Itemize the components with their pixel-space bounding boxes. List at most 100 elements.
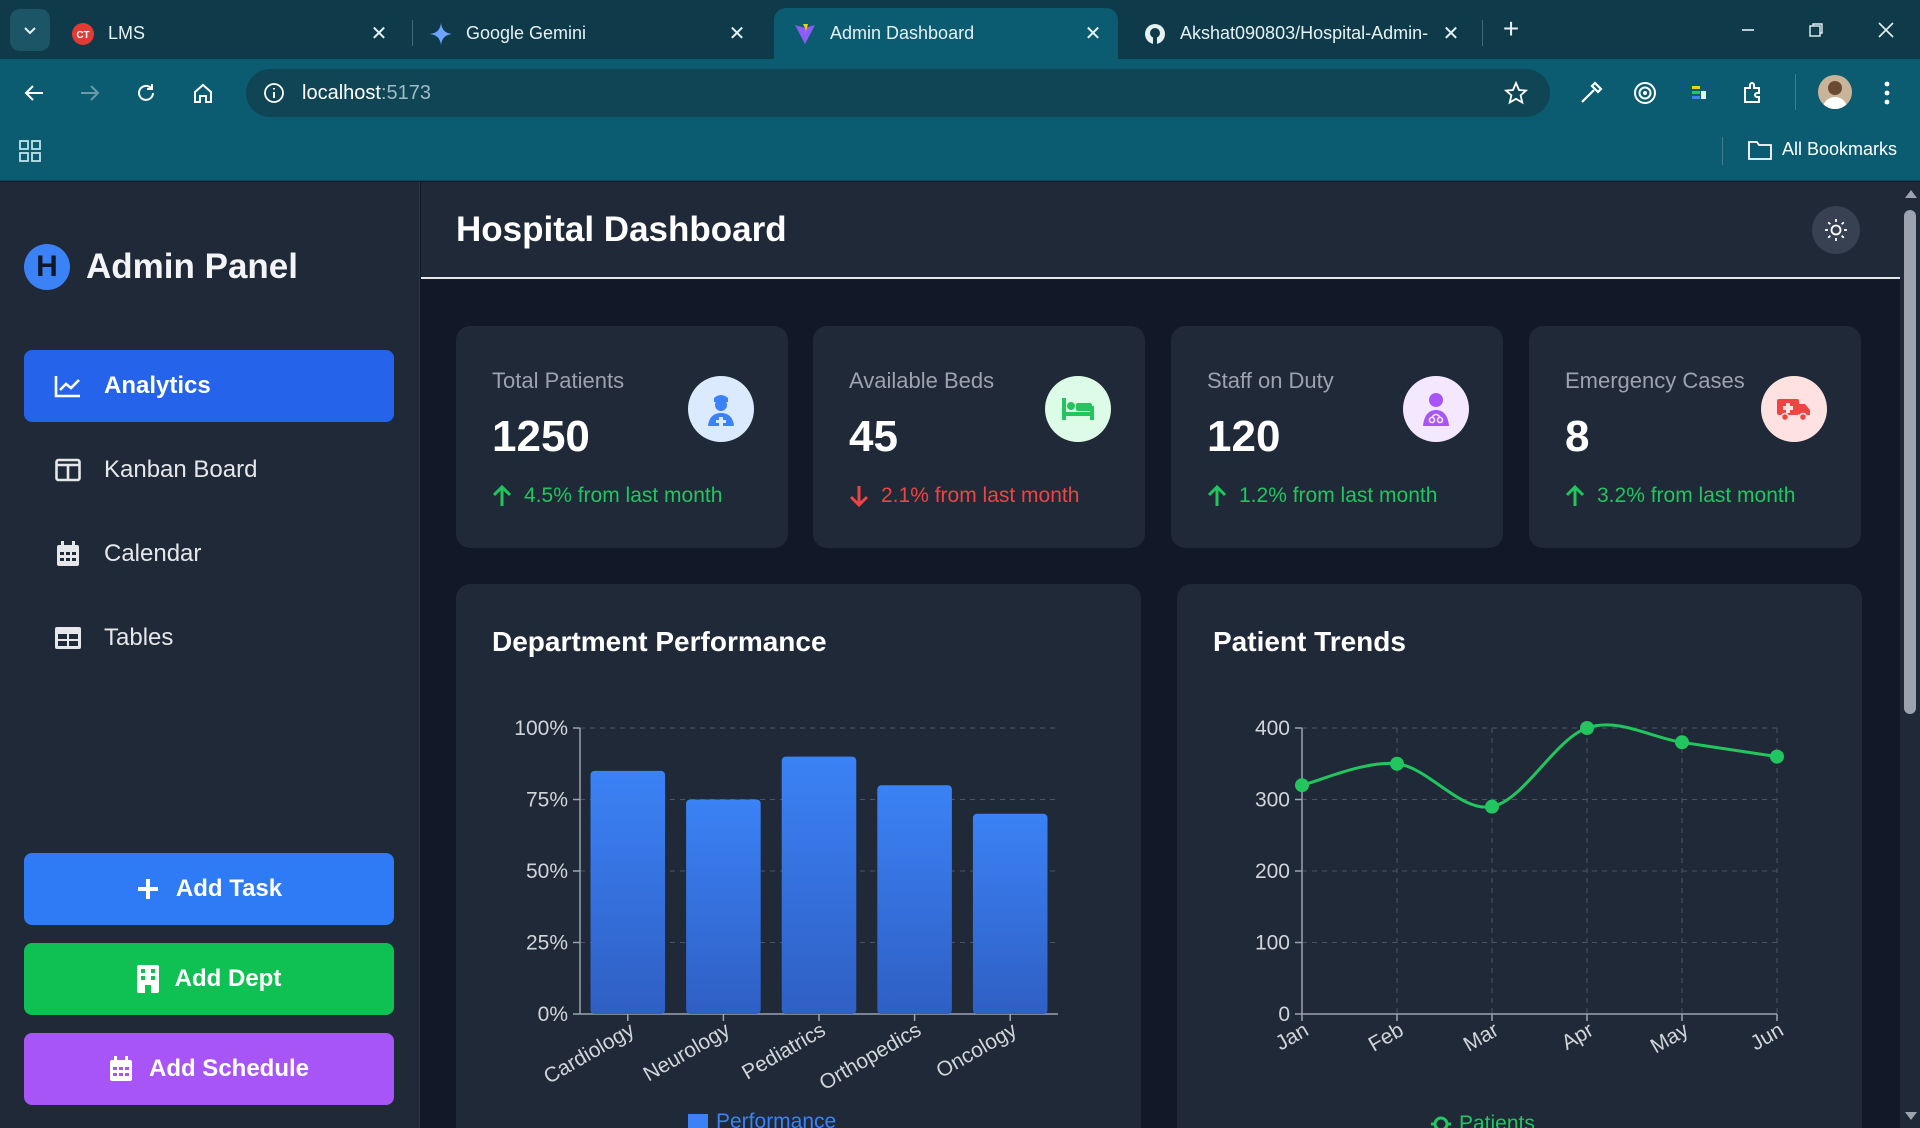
- sheets-extension-icon[interactable]: [1684, 78, 1714, 108]
- department-performance-card: Department Performance 0% 25% 50% 75% 100% Ca…: [456, 584, 1141, 1128]
- back-button[interactable]: [16, 75, 52, 111]
- sidebar-item-calendar[interactable]: Calendar: [24, 518, 394, 590]
- patient-trends-chart: 0100200300400Jan Feb Mar Apr May JunPatients: [1255, 717, 1788, 1128]
- svg-text:CT: CT: [76, 30, 89, 41]
- url-host: localhost: [302, 81, 381, 104]
- tab-title: Akshat090803/Hospital-Admin-: [1180, 23, 1429, 43]
- site-info-icon[interactable]: [262, 81, 286, 105]
- arrow-up-icon: [1565, 485, 1585, 506]
- add-dept-button[interactable]: Add Dept: [24, 943, 394, 1015]
- ambulance-icon: [1761, 376, 1827, 442]
- tab-title: LMS: [108, 23, 146, 43]
- x-tick-label: Neurology: [639, 1018, 734, 1086]
- page-title: Hospital Dashboard: [456, 210, 787, 249]
- gemini-sparkle-icon: [430, 22, 452, 45]
- page-scrollbar[interactable]: [1900, 182, 1920, 1128]
- y-tick-label: 25%: [526, 932, 568, 955]
- sidebar-item-label: Analytics: [104, 372, 211, 399]
- stat-trend-text: 3.2% from last month: [1597, 484, 1796, 507]
- y-tick-label: 50%: [526, 860, 568, 883]
- x-tick-label: Apr: [1558, 1018, 1598, 1054]
- arrow-left-icon: [24, 85, 43, 101]
- sidebar-item-analytics[interactable]: Analytics: [24, 350, 394, 422]
- stat-trend: 2.1% from last month: [849, 484, 1079, 508]
- stat-value: 45: [849, 412, 898, 461]
- tab-lms[interactable]: CT LMS ✕: [52, 8, 404, 59]
- main-header: Hospital Dashboard: [421, 182, 1900, 279]
- minimize-button[interactable]: [1730, 12, 1766, 48]
- lms-logo-icon: CT: [72, 22, 94, 45]
- y-tick-label: 400: [1255, 717, 1290, 740]
- x-tick-label: May: [1647, 1018, 1693, 1058]
- browser-menu-icon[interactable]: [1872, 78, 1902, 108]
- sidebar-item-label: Tables: [104, 624, 174, 651]
- add-schedule-button[interactable]: Add Schedule: [24, 1033, 394, 1105]
- data-point: [1770, 749, 1784, 764]
- url-text[interactable]: localhost:5173: [302, 82, 431, 105]
- calendar-icon: [54, 540, 82, 568]
- scroll-down-arrow-icon[interactable]: [1905, 1112, 1917, 1120]
- arrow-up-icon: [492, 485, 512, 506]
- tab-admin-dashboard[interactable]: Admin Dashboard ✕: [774, 8, 1118, 59]
- y-tick-label: 0%: [538, 1003, 568, 1026]
- add-task-button[interactable]: Add Task: [24, 853, 394, 925]
- browser-tab-strip: CT LMS ✕ Google Gemini ✕ Admin Dashboard…: [0, 0, 1920, 59]
- profile-avatar[interactable]: [1818, 75, 1852, 109]
- x-tick-label: Mar: [1460, 1018, 1503, 1056]
- sidebar-item-tables[interactable]: Tables: [24, 602, 394, 674]
- tab-google-gemini[interactable]: Google Gemini ✕: [410, 8, 762, 59]
- close-icon[interactable]: ✕: [368, 23, 390, 45]
- data-point: [1390, 756, 1404, 771]
- window-close-button[interactable]: [1868, 12, 1904, 48]
- arrow-down-icon: [849, 486, 869, 507]
- y-tick-label: 75%: [526, 789, 568, 812]
- close-icon[interactable]: ✕: [726, 23, 748, 45]
- close-icon[interactable]: ✕: [1440, 23, 1462, 45]
- all-bookmarks-button[interactable]: All Bookmarks: [1748, 139, 1897, 160]
- chevron-down-icon: [24, 27, 36, 35]
- arrow-right-icon: [81, 85, 100, 101]
- x-tick-label: Feb: [1365, 1018, 1408, 1056]
- close-icon: [1878, 22, 1894, 38]
- all-bookmarks-label: All Bookmarks: [1782, 139, 1898, 159]
- tab-title: Google Gemini: [466, 23, 587, 43]
- stat-trend-text: 1.2% from last month: [1239, 484, 1438, 507]
- tab-title: Admin Dashboard: [830, 23, 975, 43]
- sidebar-item-kanban-board[interactable]: Kanban Board: [24, 434, 394, 506]
- stat-label: Total Patients: [492, 368, 625, 393]
- stat-trend: 1.2% from last month: [1207, 484, 1437, 508]
- bar: [781, 756, 857, 1014]
- data-point: [1295, 778, 1309, 793]
- bed-icon: [1045, 376, 1111, 442]
- avatar-icon: [1818, 75, 1852, 109]
- sun-icon: [1825, 219, 1847, 241]
- bar: [972, 813, 1048, 1014]
- folder-icon: [1748, 140, 1772, 160]
- x-tick-label: Cardiology: [540, 1018, 639, 1088]
- home-button[interactable]: [185, 75, 221, 111]
- eyedropper-extension-icon[interactable]: [1576, 78, 1606, 108]
- tab-search-button[interactable]: [10, 9, 50, 51]
- patient-trends-card: Patient Trends 0 100 200 300 400 Jan Feb Mar Apr…: [1177, 584, 1862, 1128]
- series-line: [1301, 723, 1778, 809]
- stat-card-staff-on-duty: Staff on Duty 120 1.2% from last month: [1171, 326, 1503, 548]
- scroll-up-arrow-icon[interactable]: [1905, 190, 1917, 198]
- new-tab-button[interactable]: +: [1496, 13, 1526, 44]
- restore-button[interactable]: [1798, 12, 1834, 48]
- reload-button[interactable]: [128, 75, 164, 111]
- close-icon[interactable]: ✕: [1082, 23, 1104, 45]
- columns-icon: [54, 456, 82, 484]
- target-extension-icon[interactable]: [1630, 78, 1660, 108]
- forward-button[interactable]: [72, 75, 108, 111]
- scroll-thumb[interactable]: [1904, 210, 1916, 714]
- tab-github-repo[interactable]: Akshat090803/Hospital-Admin- ✕: [1124, 8, 1476, 59]
- stat-value: 120: [1207, 412, 1281, 461]
- apps-grid-icon[interactable]: [18, 139, 42, 163]
- stat-card-total-patients: Total Patients 1250 4.5% from last month: [456, 326, 788, 548]
- stat-trend-text: 2.1% from last month: [881, 484, 1080, 507]
- legend-marker: [1433, 1116, 1449, 1128]
- extensions-puzzle-icon[interactable]: [1738, 78, 1768, 108]
- address-bar[interactable]: localhost:5173: [246, 69, 1550, 117]
- theme-toggle-button[interactable]: [1812, 206, 1860, 254]
- bookmark-star-icon[interactable]: [1503, 80, 1529, 105]
